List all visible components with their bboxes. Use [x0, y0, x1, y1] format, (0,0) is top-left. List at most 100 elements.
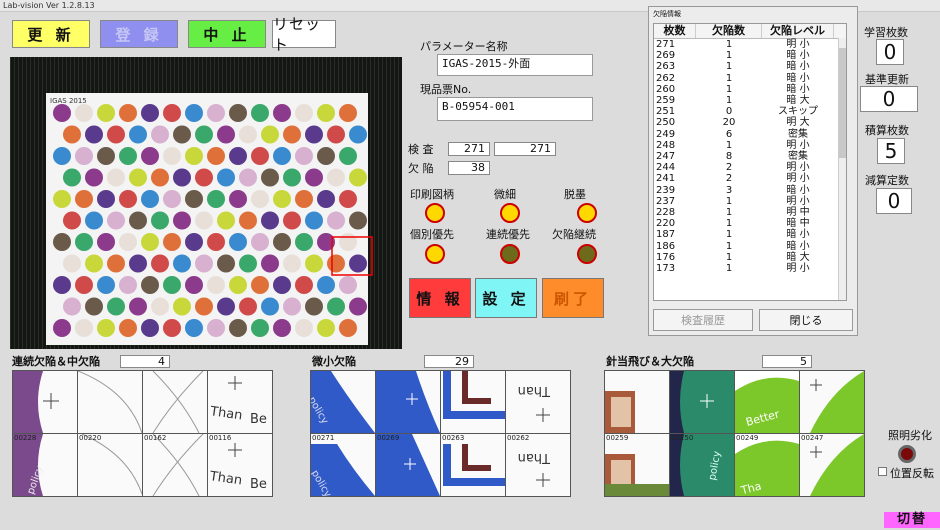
- group-label-fine: 微小欠陥: [312, 355, 356, 368]
- thumb-top[interactable]: [143, 371, 207, 433]
- thumb-bottom[interactable]: 00247: [800, 434, 864, 496]
- thumb-text: Than: [208, 404, 243, 424]
- history-row[interactable]: 260 1 暗 小: [654, 84, 846, 95]
- history-row[interactable]: 186 1 暗 小: [654, 241, 846, 252]
- sheet-print-circle: [129, 254, 147, 273]
- history-row[interactable]: 173 1 明 小: [654, 263, 846, 274]
- thumb-top[interactable]: Than Be: [208, 371, 272, 433]
- flip-checkbox[interactable]: [878, 467, 887, 476]
- thumb-top[interactable]: [670, 371, 734, 433]
- history-row[interactable]: 269 1 暗 小: [654, 50, 846, 61]
- history-row[interactable]: 220 1 暗 中: [654, 218, 846, 229]
- sheet-print-circle: [53, 190, 71, 208]
- history-table: 枚数 欠陥数 欠陥レベル 271 1 明 小 269 1 暗 小 263 1 暗 小 262 1 暗 …: [653, 23, 847, 301]
- sheet-print-circle: [273, 104, 291, 122]
- history-row[interactable]: 271 1 明 小: [654, 39, 846, 50]
- history-row[interactable]: 259 1 暗 大: [654, 95, 846, 106]
- indicator-label-fine: 微細: [494, 188, 516, 201]
- thumb-bottom[interactable]: 00250 policy: [670, 434, 734, 496]
- defect-count: 38: [448, 161, 490, 175]
- sheet-print-circle: [97, 233, 115, 251]
- history-row[interactable]: 228 1 明 中: [654, 207, 846, 218]
- reset-button[interactable]: リセット: [272, 15, 336, 54]
- thumb-top[interactable]: [605, 371, 669, 433]
- thumb-top[interactable]: Better: [735, 371, 799, 433]
- thumb-id: 00271: [312, 434, 335, 442]
- sheet-print-circle: [141, 319, 159, 337]
- sheet-print-circle: [317, 276, 335, 294]
- thumb-bottom[interactable]: 00263: [441, 434, 505, 496]
- thumb-bottom[interactable]: 00271 policy: [311, 434, 375, 496]
- thumb-top[interactable]: [13, 371, 77, 433]
- history-row[interactable]: 250 20 明 大: [654, 117, 846, 128]
- history-row[interactable]: 244 2 明 小: [654, 162, 846, 173]
- history-row[interactable]: 262 1 暗 小: [654, 73, 846, 84]
- thumb-top[interactable]: [78, 371, 142, 433]
- thumb-top[interactable]: Than: [506, 371, 570, 433]
- sheet-print-circle: [173, 125, 191, 144]
- history-scrollbar[interactable]: [838, 38, 846, 300]
- history-row[interactable]: 251 0 スキップ: [654, 106, 846, 117]
- sheet-print-circle: [261, 168, 279, 187]
- history-row[interactable]: 176 1 暗 大: [654, 252, 846, 263]
- thumb-bottom[interactable]: 00269: [376, 434, 440, 496]
- history-row[interactable]: 187 1 暗 小: [654, 229, 846, 240]
- sheet-print-circle: [305, 254, 323, 273]
- defect-history-dialog: 欠陥情報 枚数 欠陥数 欠陥レベル 271 1 明 小 269 1 暗 小 263 1 暗 小2…: [648, 6, 858, 336]
- sheet-print-circle: [85, 254, 103, 273]
- settings-button[interactable]: 設 定: [475, 278, 537, 318]
- history-row[interactable]: 263 1 暗 小: [654, 61, 846, 72]
- sheet-print-circle: [239, 297, 257, 316]
- accum-count-value: 5: [877, 138, 905, 164]
- sheet-print-circle: [119, 233, 137, 251]
- sheet-print-circle: [63, 254, 81, 273]
- thumb-top[interactable]: [441, 371, 505, 433]
- history-cell: 244: [656, 162, 676, 174]
- ticket-field[interactable]: B-05954-001: [437, 97, 593, 121]
- sheet-print-circle: [305, 125, 323, 144]
- param-name-field[interactable]: IGAS-2015-外面: [437, 54, 593, 76]
- sheet-print-circle: [295, 319, 313, 337]
- inspection-history-button[interactable]: 検査履歴: [653, 309, 753, 331]
- close-button[interactable]: 閉じる: [759, 309, 853, 331]
- sheet-print-circle: [63, 168, 81, 187]
- thumb-top[interactable]: [800, 371, 864, 433]
- history-cell: 249: [656, 128, 676, 140]
- sheet-print-circle: [229, 276, 247, 294]
- sheet-print-circle: [273, 233, 291, 251]
- thumb-bottom[interactable]: 00116 Than Be: [208, 434, 272, 496]
- info-button[interactable]: 情 報: [409, 278, 471, 318]
- thumb-bottom[interactable]: 00259: [605, 434, 669, 496]
- history-cell: 247: [656, 151, 676, 163]
- history-row[interactable]: 249 6 密集: [654, 129, 846, 140]
- sheet-print-circle: [217, 297, 235, 316]
- indicator-lamp-fine: [500, 203, 520, 223]
- sheet-print-circle: [119, 147, 137, 165]
- thumb-bottom[interactable]: 00249 Tha: [735, 434, 799, 496]
- history-row[interactable]: 248 1 明 小: [654, 140, 846, 151]
- indicator-lamp-ink: [577, 203, 597, 223]
- update-button[interactable]: 更 新: [12, 20, 90, 48]
- thumb-bottom[interactable]: 00262 Than: [506, 434, 570, 496]
- sheet-print-circle: [163, 233, 181, 251]
- sheet-print-circle: [163, 190, 181, 208]
- scroll-thumb[interactable]: [839, 48, 846, 158]
- thumb-top[interactable]: policy: [311, 371, 375, 433]
- history-cell: 1: [725, 263, 733, 275]
- history-row[interactable]: 239 3 暗 小: [654, 185, 846, 196]
- thumb-bottom[interactable]: 00228 policy: [13, 434, 77, 496]
- sheet-print-circle: [85, 125, 103, 144]
- done-button[interactable]: 刷了: [542, 278, 604, 318]
- thumb-bottom[interactable]: 00162: [143, 434, 207, 496]
- stop-button[interactable]: 中 止: [188, 20, 266, 48]
- history-row[interactable]: 247 8 密集: [654, 151, 846, 162]
- thumb-bottom[interactable]: 00220: [78, 434, 142, 496]
- thumb-id: 00162: [144, 434, 167, 442]
- history-row[interactable]: 237 1 明 小: [654, 196, 846, 207]
- history-row[interactable]: 241 2 明 小: [654, 173, 846, 184]
- switch-button[interactable]: 切替: [884, 512, 940, 528]
- history-cell: 暗 中: [786, 218, 810, 230]
- register-button[interactable]: 登 録: [100, 20, 178, 48]
- indicator-label-individual: 個別優先: [410, 228, 454, 241]
- thumb-top[interactable]: [376, 371, 440, 433]
